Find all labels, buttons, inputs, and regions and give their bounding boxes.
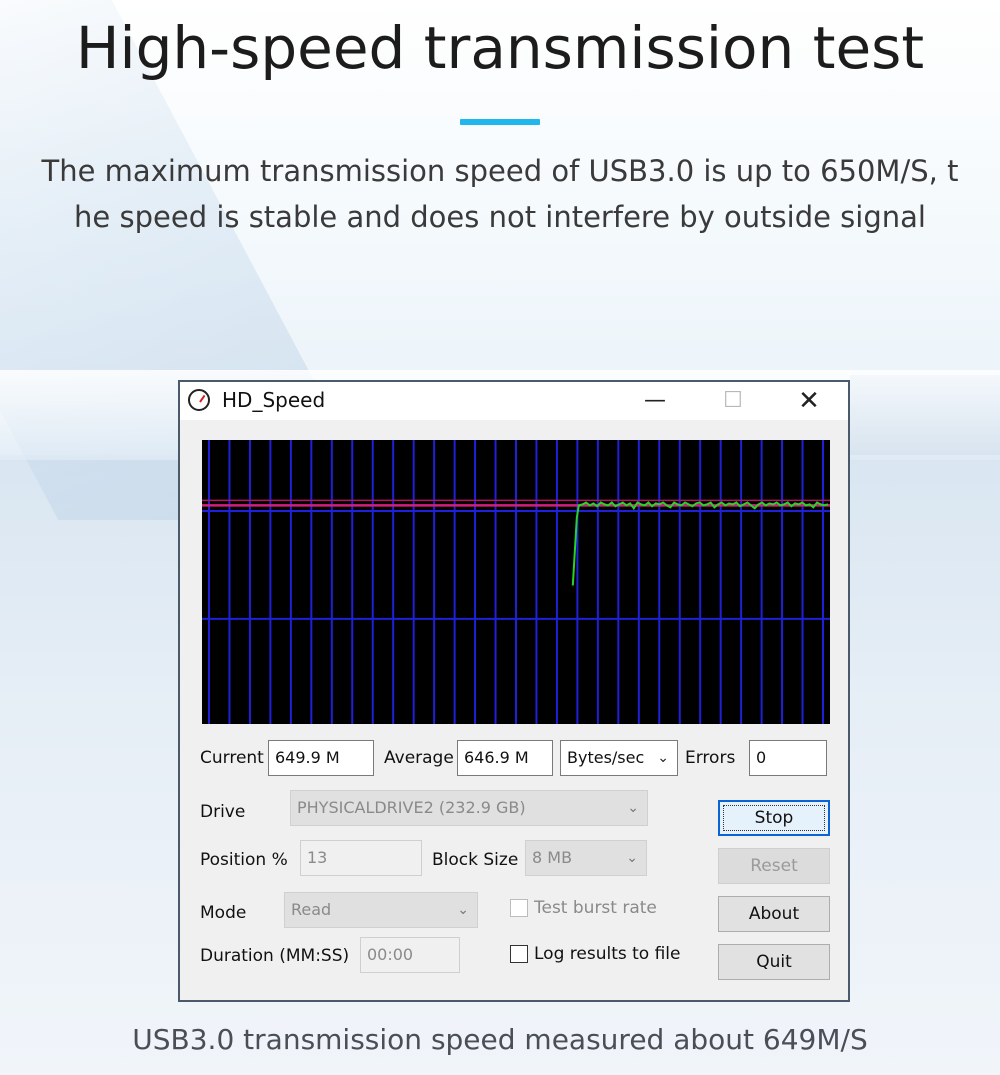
unit-select-value: Bytes/sec — [567, 748, 645, 767]
page-title: High-speed transmission test — [75, 14, 925, 82]
chevron-down-icon: ⌄ — [627, 800, 639, 816]
reset-button-label: Reset — [750, 856, 798, 876]
background-pillar — [850, 375, 1000, 455]
speed-graph — [202, 440, 830, 724]
unit-select[interactable]: Bytes/sec ⌄ — [560, 740, 678, 776]
about-button[interactable]: About — [718, 896, 830, 932]
stop-button-focus-ring — [723, 805, 825, 831]
average-label: Average — [384, 748, 454, 768]
reset-button[interactable]: Reset — [718, 848, 830, 884]
duration-label: Duration (MM:SS) — [200, 946, 350, 966]
current-label: Current — [200, 748, 264, 768]
mode-label: Mode — [200, 903, 247, 923]
speed-graph-canvas — [202, 440, 830, 724]
mode-select-value: Read — [291, 900, 332, 919]
current-speed-field: 649.9 M — [268, 740, 374, 776]
block-size-select-value: 8 MB — [532, 848, 573, 867]
hd-speed-window: HD_Speed — ☐ ✕ Current 649.9 M Average 6… — [178, 380, 850, 1002]
mode-select[interactable]: Read ⌄ — [284, 892, 478, 928]
stop-button[interactable]: Stop — [718, 800, 830, 836]
about-button-label: About — [748, 904, 800, 924]
chevron-down-icon: ⌄ — [626, 850, 638, 866]
quit-button-label: Quit — [756, 952, 792, 972]
subtitle-line-1: The maximum transmission speed of USB3.0… — [41, 154, 959, 188]
stopwatch-icon — [188, 389, 210, 411]
quit-button[interactable]: Quit — [718, 944, 830, 980]
errors-field: 0 — [749, 740, 827, 776]
block-size-label: Block Size — [432, 850, 519, 870]
window-title: HD_Speed — [222, 388, 326, 412]
window-titlebar[interactable]: HD_Speed — ☐ ✕ — [180, 382, 848, 420]
page-caption: USB3.0 transmission speed measured about… — [132, 1023, 868, 1056]
chevron-down-icon: ⌄ — [657, 750, 669, 766]
title-accent-bar — [460, 119, 540, 125]
maximize-button[interactable]: ☐ — [710, 384, 756, 418]
average-speed-field: 646.9 M — [457, 740, 553, 776]
errors-label: Errors — [685, 748, 736, 768]
burst-rate-checkbox[interactable] — [510, 899, 528, 917]
drive-select[interactable]: PHYSICALDRIVE2 (232.9 GB) ⌄ — [290, 790, 648, 826]
subtitle-line-2: he speed is stable and does not interfer… — [74, 200, 926, 234]
close-button[interactable]: ✕ — [786, 384, 832, 418]
position-label: Position % — [200, 850, 288, 870]
chevron-down-icon: ⌄ — [457, 902, 469, 918]
duration-field[interactable]: 00:00 — [360, 937, 460, 973]
drive-label: Drive — [200, 802, 246, 822]
block-size-select[interactable]: 8 MB ⌄ — [525, 840, 647, 876]
position-field[interactable]: 13 — [300, 840, 422, 876]
drive-select-value: PHYSICALDRIVE2 (232.9 GB) — [297, 798, 526, 817]
log-results-checkbox[interactable] — [510, 945, 528, 963]
log-results-label: Log results to file — [534, 944, 681, 964]
minimize-button[interactable]: — — [632, 384, 678, 418]
page-subtitle: The maximum transmission speed of USB3.0… — [40, 148, 960, 240]
burst-rate-label: Test burst rate — [534, 898, 657, 918]
